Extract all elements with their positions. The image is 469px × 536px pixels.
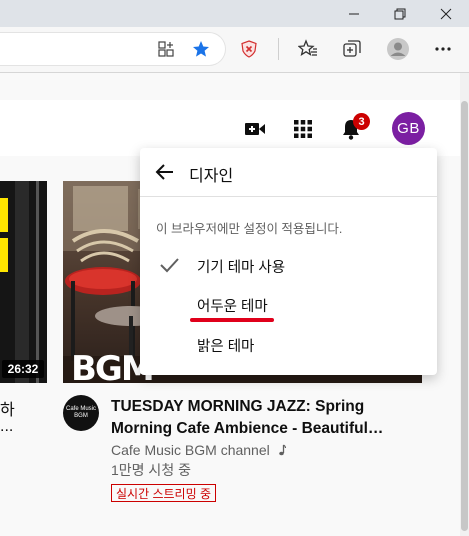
menu-item-label: 어두운 테마 <box>197 299 268 315</box>
toolbar-divider <box>278 38 279 60</box>
channel-name-text: Cafe Music BGM channel <box>111 442 270 458</box>
channel-avatar[interactable]: Cafe Music BGM <box>63 395 99 431</box>
menu-item-label: 기기 테마 사용 <box>197 260 286 276</box>
check-icon <box>157 253 181 277</box>
browser-title-bar <box>0 0 469 27</box>
video-title-left[interactable]: 하 <box>0 396 15 420</box>
back-arrow-icon[interactable] <box>153 160 177 184</box>
notification-count-badge: 3 <box>353 113 370 130</box>
create-video-icon[interactable] <box>243 117 267 141</box>
extension-shield-icon[interactable] <box>238 38 260 60</box>
highlight-underline <box>190 318 274 322</box>
viewer-count: 1만명 시청 중 <box>111 462 191 478</box>
close-icon[interactable] <box>423 0 469 27</box>
channel-avatar-text: Cafe Music BGM <box>65 406 96 419</box>
channel-name[interactable]: Cafe Music BGM channel <box>111 442 286 459</box>
menu-item-label: 밝은 테마 <box>197 339 255 355</box>
app-available-icon[interactable] <box>155 38 177 60</box>
restore-icon[interactable] <box>377 0 423 27</box>
video-thumbnail-left[interactable] <box>0 181 47 383</box>
video-title-left-overflow[interactable]: ... <box>0 418 13 436</box>
page-scrollbar-thumb[interactable] <box>461 101 468 531</box>
favorites-list-icon[interactable] <box>297 38 319 60</box>
video-duration-badge: 26:32 <box>2 360 44 378</box>
appearance-menu-header: 디자인 <box>140 148 437 197</box>
collections-icon[interactable] <box>341 38 363 60</box>
address-bar[interactable] <box>0 32 226 66</box>
account-avatar[interactable]: GB <box>392 112 425 145</box>
profile-icon[interactable] <box>386 37 410 61</box>
video-title-main[interactable]: TUESDAY MORNING JAZZ: Spring Morning Caf… <box>111 396 401 440</box>
menu-item-dark-theme[interactable]: 어두운 테마 <box>140 284 437 324</box>
more-menu-icon[interactable] <box>432 38 454 60</box>
menu-item-device-theme[interactable]: 기기 테마 사용 <box>140 245 437 285</box>
appearance-menu: 디자인 이 브라우저에만 설정이 적용됩니다. 기기 테마 사용 어두운 테마 … <box>140 148 437 375</box>
music-note-icon <box>277 443 286 459</box>
appearance-menu-description: 이 브라우저에만 설정이 적용됩니다. <box>156 222 343 236</box>
appearance-menu-title: 디자인 <box>189 168 234 185</box>
live-now-badge: 실시간 스트리밍 중 <box>111 484 216 502</box>
browser-toolbar <box>0 27 469 72</box>
apps-grid-icon[interactable] <box>291 117 315 141</box>
menu-item-light-theme[interactable]: 밝은 테마 <box>140 324 437 364</box>
favorite-star-icon[interactable] <box>190 38 212 60</box>
minimize-icon[interactable] <box>331 0 377 27</box>
